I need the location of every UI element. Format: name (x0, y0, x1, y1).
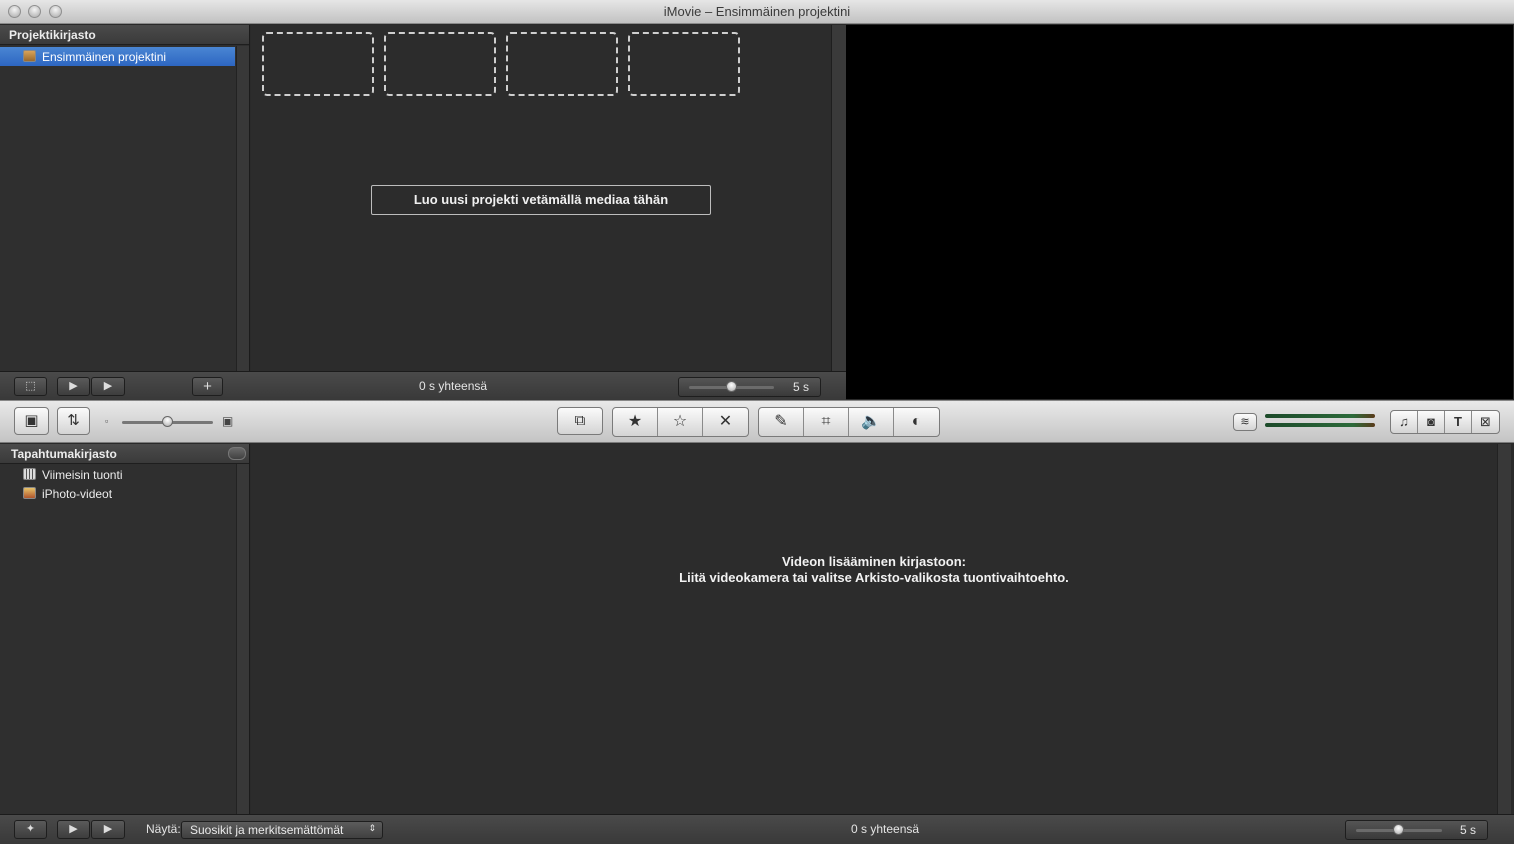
project-browser-scrollbar[interactable] (831, 25, 846, 399)
title-bar: iMovie – Ensimmäinen projektini (0, 0, 1514, 24)
small-thumbnail-icon: ▫ (105, 416, 109, 426)
event-browser[interactable]: Videon lisääminen kirjastoon: Liitä vide… (251, 444, 1497, 814)
title-icon[interactable]: T (1445, 411, 1472, 433)
audio-meter-left (1265, 414, 1375, 418)
film-icon (23, 468, 36, 480)
event-library-header: Tapahtumakirjasto (0, 444, 249, 464)
tool-group: ✎ ⌗ 🔈 ◐ (758, 407, 940, 437)
zoom-knob[interactable] (1393, 824, 1404, 835)
event-item-recent-import[interactable]: Viimeisin tuonti (0, 465, 235, 484)
color-adjust-icon[interactable]: ◐ (894, 408, 939, 436)
event-zoom-control[interactable]: 5 s (1345, 820, 1488, 840)
camera-import-icon[interactable]: ▣ (14, 407, 49, 435)
project-total-duration: 0 s yhteensä (419, 379, 488, 393)
window-title: iMovie – Ensimmäinen projektini (663, 4, 851, 19)
thumbnail-size-knob[interactable] (162, 416, 173, 427)
play-icon[interactable]: ▶ (91, 820, 125, 839)
project-browser[interactable]: Luo uusi projekti vetämällä mediaa tähän (251, 25, 831, 371)
transition-icon[interactable]: ⊠ (1472, 411, 1499, 433)
zoom-knob[interactable] (726, 381, 737, 392)
event-browser-scrollbar[interactable] (1497, 444, 1511, 814)
swap-icon[interactable]: ⇅ (57, 407, 90, 435)
placeholder-clip (384, 32, 496, 96)
project-item-label: Ensimmäinen projektini (42, 50, 167, 64)
zoom-label: 5 s (793, 380, 810, 394)
star-empty-icon[interactable]: ☆ (658, 408, 703, 436)
project-icon (23, 50, 36, 62)
large-thumbnail-icon: ▣ (222, 414, 234, 428)
main-toolbar: ▣ ⇅ ▫ ▣ ⧉ ★ ☆ ✕ ✎ ⌗ 🔈 ◐ ≋ ♫ ◙ T ⊠ (0, 400, 1514, 443)
project-library-panel: Projektikirjasto Ensimmäinen projektini (0, 25, 250, 371)
import-instructions: Videon lisääminen kirjastoon: Liitä vide… (251, 554, 1497, 586)
event-bottom-bar: ✦ ▶ ▶ Näytä: Suosikit ja merkitsemättömä… (0, 814, 1514, 844)
play-full-screen-icon[interactable]: ▶ (57, 377, 90, 396)
import-instructions-line1: Videon lisääminen kirjastoon: (782, 554, 966, 569)
event-library-scrollbar[interactable] (236, 464, 249, 814)
eyedropper-icon[interactable]: ✎ (759, 408, 804, 436)
audio-waveform-icon[interactable]: ≋ (1233, 413, 1257, 431)
event-settings-icon[interactable]: ✦ (14, 820, 47, 839)
show-label: Näytä: (146, 822, 181, 836)
crop-icon[interactable]: ⌗ (804, 408, 849, 436)
import-instructions-line2: Liitä videokamera tai valitse Arkisto-va… (679, 570, 1069, 585)
audio-meter-right (1265, 423, 1375, 427)
project-bottom-bar: ⬚ ▶ ▶ + 0 s yhteensä 5 s (0, 371, 846, 400)
star-filled-icon[interactable]: ★ (613, 408, 658, 436)
project-zoom-control[interactable]: 5 s (678, 377, 821, 397)
play-full-screen-icon[interactable]: ▶ (57, 820, 90, 839)
placeholder-clip (628, 32, 740, 96)
add-project-button[interactable]: + (192, 377, 223, 396)
audio-icon[interactable]: 🔈 (849, 408, 894, 436)
reject-x-icon[interactable]: ✕ (703, 408, 748, 436)
event-total-duration: 0 s yhteensä (851, 822, 920, 836)
zoom-label: 5 s (1460, 823, 1477, 837)
eject-icon[interactable] (228, 447, 246, 460)
event-item-iphoto-videos[interactable]: iPhoto-videot (0, 484, 235, 503)
project-item-ensimmainen[interactable]: Ensimmäinen projektini (0, 47, 235, 66)
event-item-label: Viimeisin tuonti (42, 468, 123, 482)
show-filter-select[interactable]: Suosikit ja merkitsemättömät ⇕ (181, 821, 383, 839)
photo-icon[interactable]: ◙ (1418, 411, 1445, 433)
popup-arrows-icon: ⇕ (368, 823, 376, 833)
project-settings-icon[interactable]: ⬚ (14, 377, 47, 396)
event-item-label: iPhoto-videot (42, 487, 113, 501)
drop-media-hint: Luo uusi projekti vetämällä mediaa tähän (371, 185, 711, 215)
show-filter-value: Suosikit ja merkitsemättömät (190, 823, 344, 837)
placeholder-clip (506, 32, 618, 96)
project-library-scrollbar[interactable] (236, 46, 249, 371)
browser-group: ♫ ◙ T ⊠ (1390, 410, 1500, 434)
iphoto-icon (23, 487, 36, 499)
music-icon[interactable]: ♫ (1391, 411, 1418, 433)
add-to-project-icon[interactable]: ⧉ (557, 407, 603, 435)
event-library-panel: Tapahtumakirjasto Viimeisin tuonti iPhot… (0, 444, 250, 814)
project-library-header: Projektikirjasto (0, 25, 249, 45)
placeholder-clip (262, 32, 374, 96)
play-icon[interactable]: ▶ (91, 377, 125, 396)
rating-group: ★ ☆ ✕ (612, 407, 749, 437)
viewer (846, 25, 1513, 399)
